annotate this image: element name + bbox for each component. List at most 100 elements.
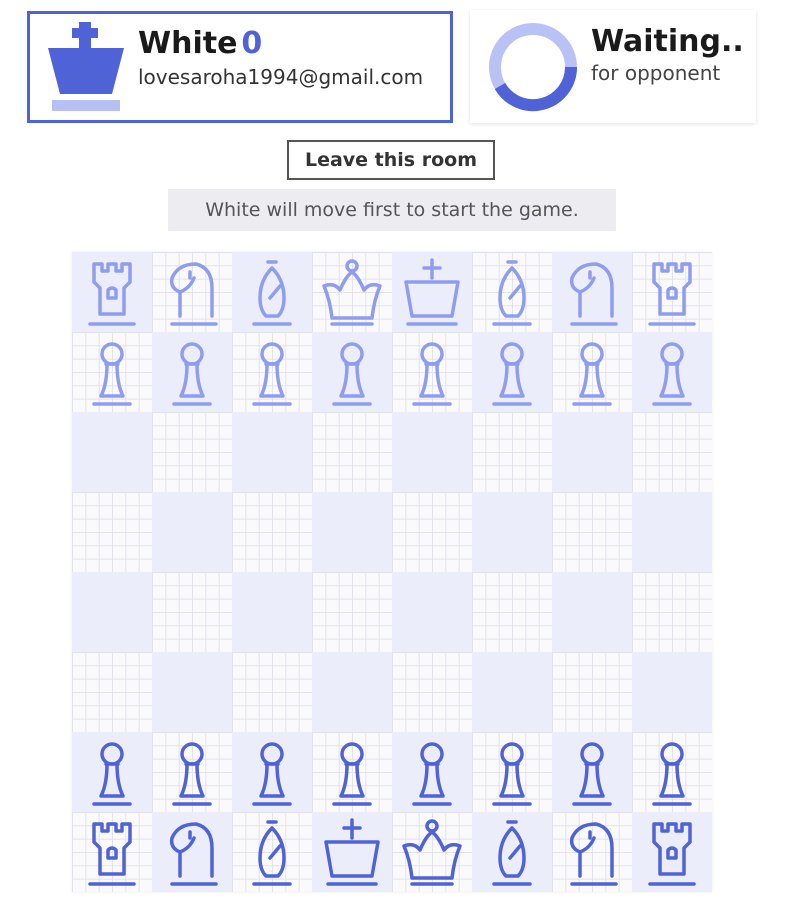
white-pawn-icon[interactable] bbox=[480, 738, 544, 806]
board-square[interactable] bbox=[72, 572, 152, 652]
board-square[interactable] bbox=[632, 412, 712, 492]
white-pawn-icon[interactable] bbox=[400, 738, 464, 806]
white-knight-icon[interactable] bbox=[160, 818, 224, 886]
black-king-icon[interactable] bbox=[400, 258, 464, 326]
board-square[interactable] bbox=[552, 732, 632, 812]
player-name: White 0 bbox=[138, 24, 262, 64]
board-square[interactable] bbox=[232, 572, 312, 652]
board-square[interactable] bbox=[232, 252, 312, 332]
white-queen-icon[interactable] bbox=[400, 818, 464, 886]
board-square[interactable] bbox=[152, 412, 232, 492]
board-square[interactable] bbox=[632, 492, 712, 572]
black-knight-icon[interactable] bbox=[560, 258, 624, 326]
white-rook-icon[interactable] bbox=[80, 818, 144, 886]
board-square[interactable] bbox=[312, 492, 392, 572]
board-square[interactable] bbox=[632, 812, 712, 892]
board-square[interactable] bbox=[72, 652, 152, 732]
board-square[interactable] bbox=[472, 732, 552, 812]
board-square[interactable] bbox=[232, 332, 312, 412]
board-square[interactable] bbox=[232, 492, 312, 572]
black-queen-icon[interactable] bbox=[320, 258, 384, 326]
board-square[interactable] bbox=[472, 572, 552, 652]
white-rook-icon[interactable] bbox=[640, 818, 704, 886]
black-rook-icon[interactable] bbox=[640, 258, 704, 326]
board-square[interactable] bbox=[232, 652, 312, 732]
board-square[interactable] bbox=[632, 572, 712, 652]
board-square[interactable] bbox=[232, 412, 312, 492]
board-square[interactable] bbox=[232, 732, 312, 812]
black-pawn-icon[interactable] bbox=[480, 338, 544, 406]
board-square[interactable] bbox=[392, 652, 472, 732]
board-square[interactable] bbox=[632, 332, 712, 412]
board-square[interactable] bbox=[152, 252, 232, 332]
board-square[interactable] bbox=[72, 412, 152, 492]
board-square[interactable] bbox=[72, 492, 152, 572]
board-square[interactable] bbox=[472, 332, 552, 412]
board-square[interactable] bbox=[552, 572, 632, 652]
board-square[interactable] bbox=[72, 332, 152, 412]
board-square[interactable] bbox=[312, 572, 392, 652]
white-pawn-icon[interactable] bbox=[320, 738, 384, 806]
black-pawn-icon[interactable] bbox=[240, 338, 304, 406]
white-king-icon[interactable] bbox=[320, 818, 384, 886]
board-square[interactable] bbox=[72, 732, 152, 812]
black-bishop-icon[interactable] bbox=[240, 258, 304, 326]
board-square[interactable] bbox=[392, 812, 472, 892]
board-square[interactable] bbox=[552, 492, 632, 572]
white-pawn-icon[interactable] bbox=[160, 738, 224, 806]
board-square[interactable] bbox=[472, 652, 552, 732]
board-square[interactable] bbox=[72, 252, 152, 332]
board-square[interactable] bbox=[152, 572, 232, 652]
black-pawn-icon[interactable] bbox=[400, 338, 464, 406]
white-pawn-icon[interactable] bbox=[640, 738, 704, 806]
board-square[interactable] bbox=[392, 732, 472, 812]
white-bishop-icon[interactable] bbox=[480, 818, 544, 886]
board-square[interactable] bbox=[472, 492, 552, 572]
black-pawn-icon[interactable] bbox=[80, 338, 144, 406]
board-square[interactable] bbox=[312, 412, 392, 492]
board-square[interactable] bbox=[312, 812, 392, 892]
black-pawn-icon[interactable] bbox=[320, 338, 384, 406]
black-bishop-icon[interactable] bbox=[480, 258, 544, 326]
board-square[interactable] bbox=[472, 252, 552, 332]
board-square[interactable] bbox=[312, 332, 392, 412]
leave-room-button[interactable]: Leave this room bbox=[287, 140, 495, 180]
board-square[interactable] bbox=[152, 732, 232, 812]
black-rook-icon[interactable] bbox=[80, 258, 144, 326]
board-square[interactable] bbox=[312, 652, 392, 732]
board-square[interactable] bbox=[152, 332, 232, 412]
board-square[interactable] bbox=[152, 492, 232, 572]
board-square[interactable] bbox=[632, 732, 712, 812]
white-pawn-icon[interactable] bbox=[560, 738, 624, 806]
board-square[interactable] bbox=[632, 252, 712, 332]
board-square[interactable] bbox=[552, 412, 632, 492]
board-square[interactable] bbox=[152, 812, 232, 892]
white-knight-icon[interactable] bbox=[560, 818, 624, 886]
board-square[interactable] bbox=[392, 332, 472, 412]
board-square[interactable] bbox=[312, 732, 392, 812]
player-card: White 0 lovesaroha1994@gmail.com bbox=[27, 11, 453, 123]
black-knight-icon[interactable] bbox=[160, 258, 224, 326]
board-square[interactable] bbox=[552, 812, 632, 892]
board-square[interactable] bbox=[392, 492, 472, 572]
board-square[interactable] bbox=[152, 652, 232, 732]
black-pawn-icon[interactable] bbox=[640, 338, 704, 406]
white-bishop-icon[interactable] bbox=[240, 818, 304, 886]
board-square[interactable] bbox=[472, 812, 552, 892]
board-square[interactable] bbox=[72, 812, 152, 892]
board-square[interactable] bbox=[552, 252, 632, 332]
board-square[interactable] bbox=[552, 332, 632, 412]
board-square[interactable] bbox=[632, 652, 712, 732]
board-square[interactable] bbox=[312, 252, 392, 332]
black-pawn-icon[interactable] bbox=[560, 338, 624, 406]
player-name-text: White bbox=[138, 26, 238, 61]
board-square[interactable] bbox=[392, 252, 472, 332]
board-square[interactable] bbox=[392, 572, 472, 652]
black-pawn-icon[interactable] bbox=[160, 338, 224, 406]
white-pawn-icon[interactable] bbox=[80, 738, 144, 806]
board-square[interactable] bbox=[232, 812, 312, 892]
board-square[interactable] bbox=[392, 412, 472, 492]
board-square[interactable] bbox=[472, 412, 552, 492]
board-square[interactable] bbox=[552, 652, 632, 732]
white-pawn-icon[interactable] bbox=[240, 738, 304, 806]
